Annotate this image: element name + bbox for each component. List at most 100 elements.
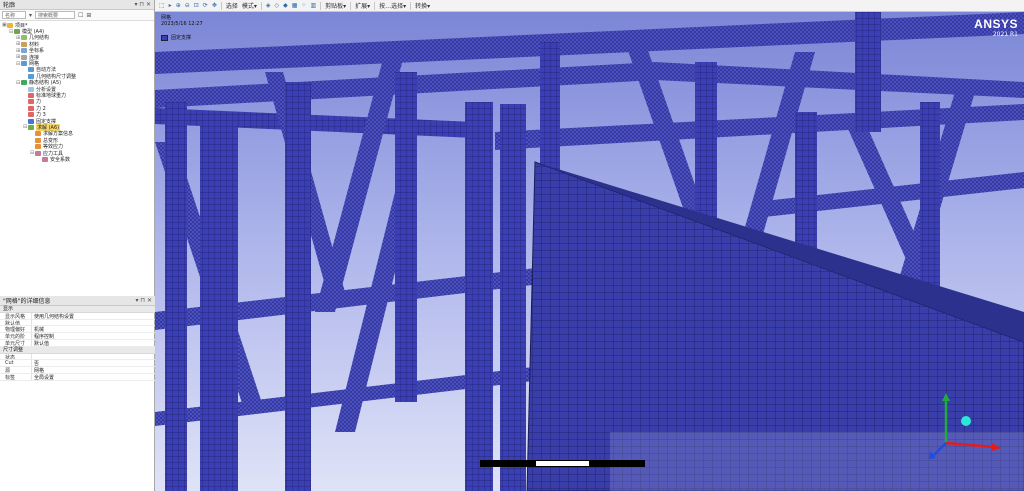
details-value[interactable]: 默认值 [32,340,155,346]
res-icon [35,137,41,143]
mesh-icon [28,67,34,73]
body-icon[interactable]: ▦ [291,2,299,9]
fixed-icon [28,118,34,124]
details-row[interactable]: 显示风格 使用几何结构设置 [0,312,155,320]
zoom-out-icon[interactable]: ⊖ [184,2,191,9]
env-icon [28,86,34,92]
viewport-info: 网格 2023/5/16 12:27 [161,15,203,27]
outline-title: 轮廓 [3,2,16,9]
scale-bar [480,460,645,467]
mode-button[interactable]: 模式▾ [241,1,258,10]
select-by-button[interactable]: 按…选择▾ [378,1,407,10]
details-key: 标签 [0,373,32,380]
column [165,102,187,491]
details-key: 显示风格 [0,312,32,319]
details-pin-icon[interactable]: ▾ ⊓ ✕ [135,297,152,304]
scale-segment [590,460,645,467]
select-mode-icon[interactable]: ⬚ [158,2,166,9]
details-key: 单元尺寸 [0,339,32,346]
scale-segment [480,460,535,467]
x-axis-icon [945,441,995,449]
x-arrow-icon [992,443,1001,451]
details-title-bar: "网格"的详细信息 ▾ ⊓ ✕ [0,296,155,306]
ansys-logo: ANSYS 2021 R1 [974,17,1018,38]
node-icon[interactable]: ⁘ [300,2,307,9]
toolbar-separator [374,1,376,10]
details-row[interactable]: 单元的阶 程序控制 [0,333,155,340]
iso-view-ball-icon[interactable] [961,416,971,426]
details-grid: 显示 显示风格 使用几何结构设置 默认值 物理偏好 机械 单元的阶 程序控制 单元尺寸 默认值 尺寸… [0,306,155,381]
column [855,12,881,132]
toolbar-separator [260,1,262,10]
viewport-date: 2023/5/16 12:27 [161,21,203,27]
column [395,72,417,402]
proj-icon [7,22,13,28]
details-key: 单元的阶 [0,333,32,339]
details-section-header[interactable]: 尺寸调整 [0,346,155,354]
pan-icon[interactable]: ✥ [211,2,218,9]
panel-pin-icon[interactable]: ▾ ⊓ ✕ [134,1,151,8]
face-icon[interactable]: ◆ [282,2,289,9]
coordinate-triad[interactable] [924,391,1004,461]
safety-icon [35,150,41,156]
details-key: 源 [0,367,32,373]
details-value[interactable]: 否 [32,360,155,366]
zoom-fit-icon[interactable]: ⊡ [193,2,200,9]
column [920,102,940,302]
details-value[interactable]: 程序控制 [32,333,155,339]
sol-icon [28,124,34,130]
details-value[interactable] [32,320,155,326]
details-row[interactable]: 单元尺寸 默认值 [0,339,155,347]
details-value[interactable]: 机械 [32,326,155,332]
tree-item[interactable]: 安全系数 [2,156,154,163]
mechanical-window: 轮廓 ▾ ⊓ ✕ 名称 ▾ 搜索概要 ☐ ⊞ ▣ 项目* ⊟ 模型 (A4) ⊞ 几何结构… [0,0,1024,491]
select-arrow-icon[interactable]: ▸ [168,2,173,9]
details-row[interactable]: 标签 全局设置 [0,373,155,381]
load-icon [28,92,34,98]
details-row[interactable]: 默认值 [0,319,155,327]
checkbox-icon[interactable]: ☐ [78,12,83,19]
details-title: "网格"的详细信息 [3,298,51,305]
graphics-viewport[interactable]: 网格 2023/5/16 12:27 固定支撑 ANSYS 2021 R1 [155,12,1024,491]
model-icon [14,29,20,35]
details-value[interactable]: 网格 [32,367,155,373]
details-row[interactable]: 状态 [0,353,155,361]
dropdown-arrow-icon[interactable]: ▾ [29,12,32,19]
expand-all-icon[interactable]: ⊞ [86,12,91,19]
graphics-toolbar: ⬚ ▸ ⊕ ⊖ ⊡ ⟳ ✥ 选择 模式▾ ◈ ◇ ◆ ▦ ⁘ ▥ 剪贴板▾ 扩展▾ 按…选择▾ 转换▾ [155,0,1024,12]
details-value[interactable]: 使用几何结构设置 [32,313,155,319]
res-icon [35,144,41,150]
analysis-icon [21,80,27,86]
extend-button[interactable]: 扩展▾ [354,1,371,10]
details-key: 物理偏好 [0,326,32,333]
element-icon[interactable]: ▥ [309,2,317,9]
details-row[interactable]: 物理偏好 机械 [0,326,155,334]
name-filter-select[interactable]: 名称 [2,11,26,19]
column [465,102,493,491]
details-key: 状态 [0,353,32,360]
details-value[interactable]: 全局设置 [32,374,155,380]
details-section-header[interactable]: 显示 [0,306,155,313]
convert-button[interactable]: 转换▾ [414,1,431,10]
select-button[interactable]: 选择 [225,1,239,10]
details-row[interactable]: 源网格 [0,367,155,374]
outline-search-input[interactable]: 搜索概要 [35,11,76,19]
vertex-icon[interactable]: ◈ [265,2,272,9]
geo-icon [21,35,27,41]
zoom-in-icon[interactable]: ⊕ [175,2,182,9]
load-icon [28,105,34,111]
load-icon [28,112,34,118]
res-icon [35,131,41,137]
rotate-icon[interactable]: ⟳ [202,2,209,9]
details-row[interactable]: Cut 否 [0,360,155,368]
edge-icon[interactable]: ◇ [274,2,281,9]
details-value[interactable] [32,354,155,360]
left-panels: 轮廓 ▾ ⊓ ✕ 名称 ▾ 搜索概要 ☐ ⊞ ▣ 项目* ⊟ 模型 (A4) ⊞ 几何结构… [0,0,155,491]
toolbar-separator [220,1,222,10]
outline-tree: ▣ 项目* ⊟ 模型 (A4) ⊞ 几何结构 ⊞ 材料 ⊞ 坐标系 ⊞ 连接 ⊟ 网格 自动方法 几何结构尺寸… [0,21,154,294]
outline-toolbar: 名称 ▾ 搜索概要 ☐ ⊞ [0,10,154,21]
column [500,104,526,491]
clipboard-button[interactable]: 剪贴板▾ [324,1,347,10]
outline-title-bar: 轮廓 ▾ ⊓ ✕ [0,0,154,10]
brand-version: 2021 R1 [992,31,1018,38]
